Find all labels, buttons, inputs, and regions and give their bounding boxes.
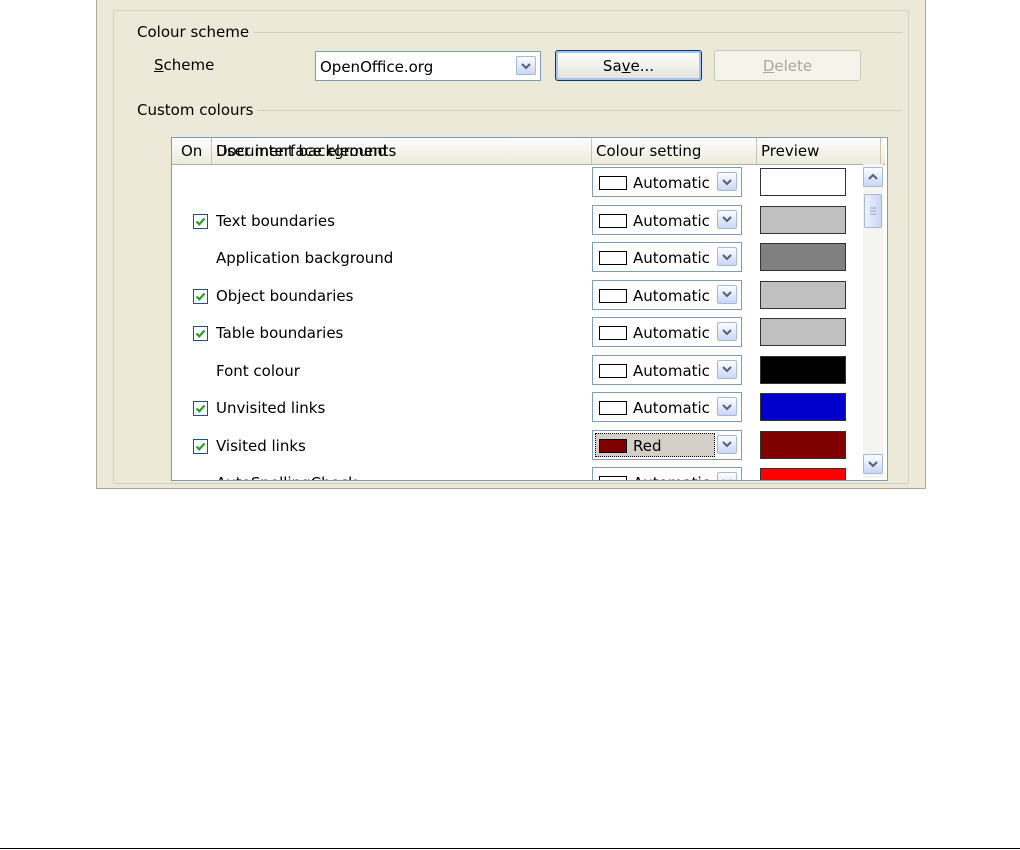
row-element-label: Table boundaries — [216, 324, 344, 342]
scroll-thumb[interactable] — [864, 194, 882, 228]
colour-swatch — [599, 176, 627, 190]
row-checkbox[interactable] — [193, 438, 208, 454]
scheme-label: Scheme — [154, 56, 215, 74]
chevron-down-icon[interactable] — [717, 472, 737, 480]
colour-preview — [760, 243, 846, 271]
vertical-scrollbar[interactable] — [863, 164, 883, 478]
checkmark-icon — [195, 404, 206, 413]
chevron-down-icon[interactable] — [717, 247, 737, 266]
chevron-down-icon[interactable] — [516, 56, 536, 75]
chevron-down-icon[interactable] — [717, 209, 737, 229]
colour-preview — [760, 318, 846, 346]
colour-setting-value: Automatic — [633, 324, 710, 342]
colour-table: On User interface elements Colour settin… — [171, 137, 888, 481]
colour-swatch — [599, 251, 627, 265]
row-checkbox[interactable] — [193, 288, 208, 304]
colour-preview — [760, 355, 846, 384]
row-element-label: Document background — [216, 142, 388, 160]
colour-swatch — [599, 363, 627, 378]
colour-setting-value: Automatic — [633, 474, 710, 480]
row-checkbox[interactable] — [193, 401, 208, 416]
chevron-down-icon[interactable] — [717, 284, 737, 304]
options-dialog: Colour scheme Scheme OpenOffice.org Sa v e… — [96, 0, 926, 489]
colour-scheme-separator — [254, 32, 902, 33]
row-element-label: Application background — [216, 249, 394, 267]
colour-setting-dropdown[interactable]: Automatic — [592, 354, 742, 385]
chevron-down-icon[interactable] — [717, 322, 737, 341]
row-element-label: Font colour — [216, 361, 300, 380]
colour-swatch — [599, 476, 627, 480]
save-button[interactable]: Sa v e... — [555, 50, 702, 81]
scroll-up-button[interactable] — [863, 167, 883, 187]
column-header-on[interactable]: On — [172, 138, 212, 164]
checkmark-icon — [195, 329, 206, 338]
colour-setting-value: Automatic — [633, 211, 710, 230]
colour-preview — [760, 280, 846, 309]
column-header-preview[interactable]: Preview — [757, 138, 881, 164]
colour-preview — [760, 168, 846, 196]
chevron-up-icon — [868, 173, 878, 180]
colour-preview — [760, 393, 846, 421]
row-checkbox[interactable] — [193, 326, 208, 341]
checkmark-icon — [195, 292, 206, 301]
chevron-down-icon[interactable] — [717, 359, 737, 379]
colour-setting-value: Automatic — [633, 361, 710, 380]
grip-icon — [870, 207, 876, 215]
colour-setting-dropdown[interactable]: Automatic — [592, 167, 742, 197]
checkmark-icon — [195, 442, 206, 451]
colour-setting-value: Automatic — [633, 286, 710, 305]
colour-setting-dropdown[interactable]: Automatic — [592, 242, 742, 272]
row-element-label: Text boundaries — [216, 211, 335, 230]
row-element-label: Object boundaries — [216, 286, 354, 305]
colour-preview — [760, 430, 846, 459]
appearance-group: Colour scheme Scheme OpenOffice.org Sa v e… — [113, 10, 909, 484]
colour-preview — [760, 205, 846, 234]
colour-setting-dropdown[interactable]: Automatic — [592, 279, 742, 310]
custom-colours-heading: Custom colours — [137, 101, 254, 119]
column-header-colour-setting[interactable]: Colour setting — [592, 138, 757, 164]
row-element-label: AutoSpellingCheck — [216, 474, 357, 480]
colour-setting-value: Automatic — [633, 399, 710, 417]
colour-swatch — [599, 213, 627, 228]
chevron-down-icon[interactable] — [717, 397, 737, 416]
chevron-down-icon[interactable] — [717, 434, 737, 454]
chevron-down-icon[interactable] — [717, 172, 737, 191]
colour-setting-value: Automatic — [633, 174, 710, 192]
scroll-down-button[interactable] — [863, 454, 883, 474]
colour-setting-dropdown[interactable]: Automatic — [592, 317, 742, 347]
colour-setting-dropdown[interactable]: Automatic — [592, 467, 742, 480]
colour-swatch — [599, 288, 627, 303]
colour-setting-dropdown[interactable]: Automatic — [592, 204, 742, 235]
colour-setting-value: Red — [633, 436, 662, 455]
delete-button[interactable]: Delete — [714, 50, 861, 81]
colour-swatch — [599, 401, 627, 415]
chevron-down-icon — [868, 461, 878, 468]
scheme-dropdown[interactable]: OpenOffice.org — [315, 51, 541, 81]
colour-swatch — [599, 438, 627, 453]
colour-scheme-heading: Colour scheme — [137, 23, 250, 41]
row-checkbox[interactable] — [193, 213, 208, 229]
custom-colours-separator — [257, 110, 902, 111]
colour-preview — [760, 468, 846, 480]
checkmark-icon — [195, 217, 206, 226]
colour-setting-dropdown[interactable]: Red — [592, 429, 742, 460]
row-element-label: Visited links — [216, 436, 306, 455]
page-bottom-rule — [0, 848, 1020, 849]
scheme-value: OpenOffice.org — [320, 58, 434, 76]
colour-swatch — [599, 326, 627, 340]
colour-setting-value: Automatic — [633, 249, 710, 267]
row-element-label: Unvisited links — [216, 399, 326, 417]
colour-setting-dropdown[interactable]: Automatic — [592, 392, 742, 422]
